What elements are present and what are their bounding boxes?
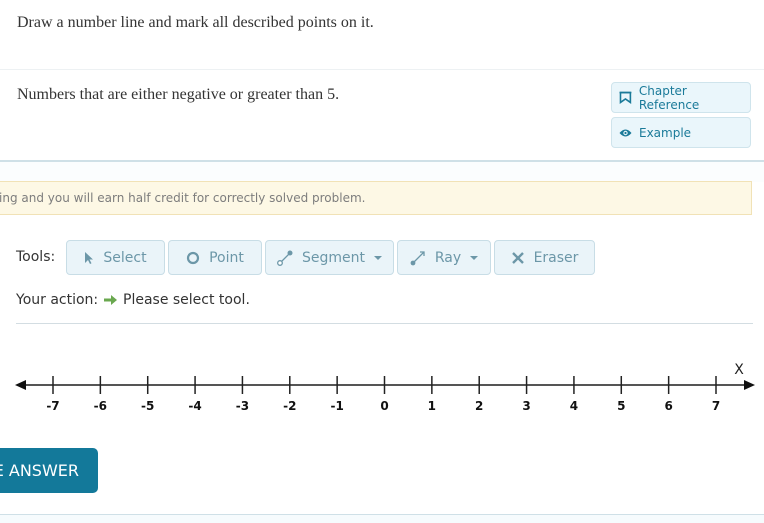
tick-label: 4 (570, 399, 578, 413)
arrow-right-icon (104, 295, 117, 305)
tool-point-label: Point (209, 249, 244, 266)
tool-ray-button[interactable]: Ray (397, 240, 491, 275)
tick-label: -4 (188, 399, 201, 413)
example-button[interactable]: Example (611, 117, 751, 148)
tick-label: -3 (236, 399, 249, 413)
tick-label: -5 (141, 399, 154, 413)
action-status-text: Please select tool. (123, 292, 250, 308)
tick-label: 5 (617, 399, 625, 413)
action-label: Your action: (16, 292, 99, 308)
tool-eraser-button[interactable]: Eraser (494, 240, 595, 275)
tick-label: 1 (428, 399, 436, 413)
right-arrow-icon (744, 380, 755, 390)
question-text: Numbers that are either negative or grea… (17, 86, 340, 103)
tools-label: Tools: (16, 249, 56, 265)
warning-text: ing and you will earn half credit for co… (0, 191, 366, 205)
left-arrow-icon (15, 380, 26, 390)
segment-icon (277, 250, 293, 266)
tool-point-button[interactable]: Point (168, 240, 262, 275)
divider (0, 69, 764, 70)
tool-ray-label: Ray (434, 249, 462, 266)
circle-icon (187, 251, 200, 264)
tick-label: -6 (94, 399, 107, 413)
panel-background (0, 162, 764, 182)
tick-label: 2 (475, 399, 483, 413)
x-icon (511, 251, 524, 264)
tool-segment-label: Segment (302, 249, 365, 266)
ray-icon (410, 250, 425, 265)
chapter-reference-label: Chapter Reference (638, 83, 700, 112)
tick-label: -1 (330, 399, 343, 413)
cursor-icon (85, 251, 94, 264)
tool-select-button[interactable]: Select (66, 240, 165, 275)
submit-answer-label: E ANSWER (0, 461, 79, 480)
tool-eraser-label: Eraser (533, 249, 579, 266)
eye-icon (619, 129, 632, 136)
chapter-reference-button[interactable]: Chapter Reference (611, 82, 751, 113)
tick-label: -7 (46, 399, 59, 413)
warning-banner: ing and you will earn half credit for co… (0, 181, 752, 215)
axis-label: X (734, 362, 744, 378)
number-line-canvas[interactable]: X -7 -6 -5 -4 -3 -2 -1 0 1 2 3 4 5 6 7 (0, 355, 764, 425)
tick-label: 7 (712, 399, 720, 413)
tick-label: -2 (283, 399, 296, 413)
example-label: Example (639, 125, 692, 140)
tick-label: 6 (664, 399, 672, 413)
submit-answer-button[interactable]: E ANSWER (0, 448, 98, 493)
tick-label: 0 (380, 399, 388, 413)
tool-select-label: Select (103, 249, 147, 266)
bookmark-icon (619, 91, 632, 104)
tick-label: 3 (522, 399, 530, 413)
instruction-text: Draw a number line and mark all describe… (17, 14, 374, 31)
divider (16, 323, 753, 324)
tool-segment-button[interactable]: Segment (265, 240, 394, 275)
chevron-down-icon (470, 255, 479, 260)
footer-background (0, 515, 764, 523)
chevron-down-icon (374, 255, 382, 260)
